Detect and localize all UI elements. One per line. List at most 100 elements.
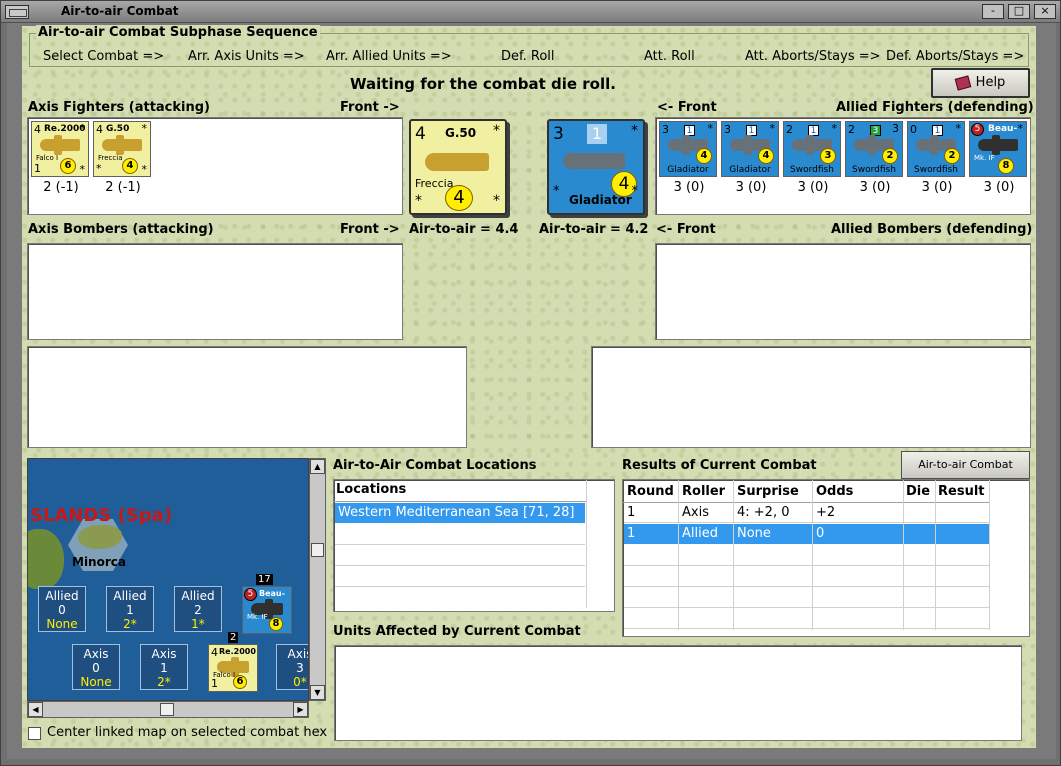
counter-br: * bbox=[79, 163, 86, 176]
location-row-empty bbox=[335, 566, 585, 587]
linked-map[interactable]: SLANDS (Spa) Minorca Allied 0 None Allie… bbox=[27, 458, 309, 701]
region-label: SLANDS (Spa) bbox=[30, 505, 173, 526]
axis-bombers-panel[interactable] bbox=[27, 243, 403, 340]
locations-header[interactable]: Locations bbox=[336, 482, 406, 497]
counter-range: 8 bbox=[998, 158, 1014, 174]
axis-box-0[interactable]: Axis 0 None bbox=[72, 644, 120, 690]
allied-bombers-front: <- Front bbox=[656, 222, 716, 237]
counter-subname: Mk. IF bbox=[974, 154, 995, 162]
scroll-thumb[interactable] bbox=[311, 543, 324, 557]
window-menu-icon[interactable] bbox=[5, 5, 29, 19]
box-value: 1* bbox=[191, 617, 205, 631]
minimize-button[interactable]: - bbox=[982, 4, 1004, 19]
counter-attack: 2 bbox=[848, 123, 855, 136]
box-value: 0* bbox=[293, 675, 307, 689]
counter-range: 4 bbox=[696, 148, 712, 164]
col-die[interactable]: Die bbox=[906, 484, 930, 499]
selected-allied-counter[interactable]: 3 1 * 4 * Gladiator * bbox=[547, 119, 645, 215]
step-arr-axis-units: Arr. Axis Units => bbox=[188, 49, 305, 64]
scroll-up-icon[interactable]: ▲ bbox=[310, 459, 325, 474]
axis-fighters-panel[interactable]: 4 Re.2000 * Falco I 1 6 * 2 (-1) 4 G.50 … bbox=[27, 117, 403, 215]
close-button[interactable]: × bbox=[1034, 4, 1056, 19]
col-surprise[interactable]: Surprise bbox=[737, 484, 799, 499]
allied-fighter-counter[interactable]: 3 1 * 4 Gladiator bbox=[659, 121, 717, 177]
biplane-icon bbox=[563, 153, 625, 169]
axis-aborted-panel[interactable] bbox=[27, 346, 467, 448]
col-result[interactable]: Result bbox=[938, 484, 985, 499]
sequence-title: Air-to-air Combat Subphase Sequence bbox=[36, 25, 320, 40]
allied-box-1[interactable]: Allied 1 2* bbox=[106, 586, 154, 632]
air-to-air-combat-chart-button[interactable]: Air-to-air Combat Chart bbox=[901, 451, 1030, 497]
cell-surprise: None bbox=[737, 526, 771, 541]
allied-fighter-counter[interactable]: 2 3 3 2 Swordfish bbox=[845, 121, 903, 177]
step-def-aborts: Def. Aborts/Stays => bbox=[886, 49, 1025, 64]
scroll-down-icon[interactable]: ▼ bbox=[310, 685, 325, 700]
axis-box-1[interactable]: Axis 1 2* bbox=[140, 644, 188, 690]
big-counter-tr: * bbox=[493, 123, 500, 139]
big-counter-name: G.50 bbox=[445, 126, 477, 140]
allied-fighter-counter[interactable]: 2 1 * 3 Swordfish bbox=[783, 121, 841, 177]
allied-fighter-counter[interactable]: 5 Beau- * Mk. IF 8 bbox=[969, 121, 1027, 177]
box-label: Axis bbox=[83, 647, 109, 661]
scroll-left-icon[interactable]: ◀ bbox=[28, 702, 43, 717]
results-grid[interactable]: Round Roller Surprise Odds Die Result 1 … bbox=[622, 479, 1030, 637]
allied-fighters-front: <- Front bbox=[657, 100, 717, 115]
box-label: Allied bbox=[181, 589, 215, 603]
counter-attack: 4 bbox=[34, 123, 41, 136]
allied-aborted-panel[interactable] bbox=[591, 346, 1031, 448]
axis-box-3[interactable]: Axis 3 0* bbox=[276, 644, 308, 690]
center-map-label: Center linked map on selected combat hex bbox=[47, 725, 328, 740]
allied-fighter-counter[interactable]: 3 1 * 4 Gladiator bbox=[721, 121, 779, 177]
cell-roller: Axis bbox=[682, 505, 709, 520]
counter-name: Gladiator bbox=[667, 165, 709, 175]
allied-box-2[interactable]: Allied 2 1* bbox=[174, 586, 222, 632]
counter-range: 4 bbox=[758, 148, 774, 164]
scroll-right-icon[interactable]: ▶ bbox=[293, 702, 308, 717]
counter-name: G.50 bbox=[106, 124, 130, 134]
big-counter-defense: 1 bbox=[587, 124, 607, 144]
counter-tr: * bbox=[955, 122, 962, 135]
map-horizontal-scrollbar[interactable]: ◀ ▶ bbox=[27, 701, 309, 718]
counter-range: 6 bbox=[60, 158, 76, 174]
allied-bombers-title: Allied Bombers (defending) bbox=[831, 222, 1033, 237]
map-allied-stack[interactable]: 5 Beau- Mk. IF 8 bbox=[242, 586, 292, 634]
allied-fighter-caption: 3 (0) bbox=[983, 180, 1015, 195]
cell-odds: +2 bbox=[816, 505, 836, 520]
counter-attack: 2 bbox=[786, 123, 793, 136]
column-divider bbox=[812, 480, 813, 630]
box-num: 2 bbox=[194, 603, 202, 617]
maximize-button[interactable]: □ bbox=[1008, 4, 1030, 19]
allied-box-0[interactable]: Allied 0 None bbox=[38, 586, 86, 632]
box-num: 3 bbox=[296, 661, 304, 675]
counter-br: * bbox=[141, 163, 148, 176]
big-counter-range: 4 bbox=[445, 185, 473, 211]
units-affected-panel[interactable] bbox=[334, 645, 1022, 741]
col-roller[interactable]: Roller bbox=[682, 484, 725, 499]
step-att-aborts: Att. Aborts/Stays => bbox=[745, 49, 881, 64]
axis-fighter-counter[interactable]: 4 Re.2000 * Falco I 1 6 * bbox=[31, 121, 89, 177]
cell-round: 1 bbox=[627, 526, 636, 541]
axis-fighter-counter[interactable]: 4 G.50 * Freccia * 4 * bbox=[93, 121, 151, 177]
allied-fighters-panel[interactable]: 3 1 * 4 Gladiator 3 (0) 3 1 * 4 Gladiato… bbox=[655, 117, 1031, 215]
allied-bombers-panel[interactable] bbox=[655, 243, 1031, 340]
counter-name: Swordfish bbox=[790, 165, 834, 175]
locations-list[interactable]: Locations Western Mediterranean Sea [71,… bbox=[333, 479, 615, 612]
big-counter-attack: 3 bbox=[553, 124, 564, 144]
map-axis-stack[interactable]: 4 Re.2000 Falco I 1 6 bbox=[208, 644, 258, 692]
location-row[interactable]: Western Mediterranean Sea [71, 28] bbox=[335, 503, 585, 523]
counter-bl: 1 bbox=[34, 162, 41, 175]
box-num: 1 bbox=[160, 661, 168, 675]
help-button[interactable]: Help bbox=[931, 68, 1030, 98]
col-round[interactable]: Round bbox=[627, 484, 674, 499]
counter-name: Swordfish bbox=[852, 165, 896, 175]
column-divider bbox=[678, 480, 679, 630]
scroll-thumb[interactable] bbox=[160, 703, 174, 716]
col-odds[interactable]: Odds bbox=[816, 484, 853, 499]
allied-fighter-counter[interactable]: 0 1 * 2 Swordfish bbox=[907, 121, 965, 177]
title-bar[interactable]: Air-to-air Combat - □ × bbox=[1, 1, 1060, 23]
selected-axis-counter[interactable]: 4 G.50 * Freccia * 4 * bbox=[409, 119, 507, 215]
box-label: Axis bbox=[151, 647, 177, 661]
center-map-checkbox[interactable] bbox=[28, 727, 41, 740]
big-counter-br: * bbox=[493, 193, 500, 209]
map-vertical-scrollbar[interactable]: ▲ ▼ bbox=[309, 458, 326, 701]
